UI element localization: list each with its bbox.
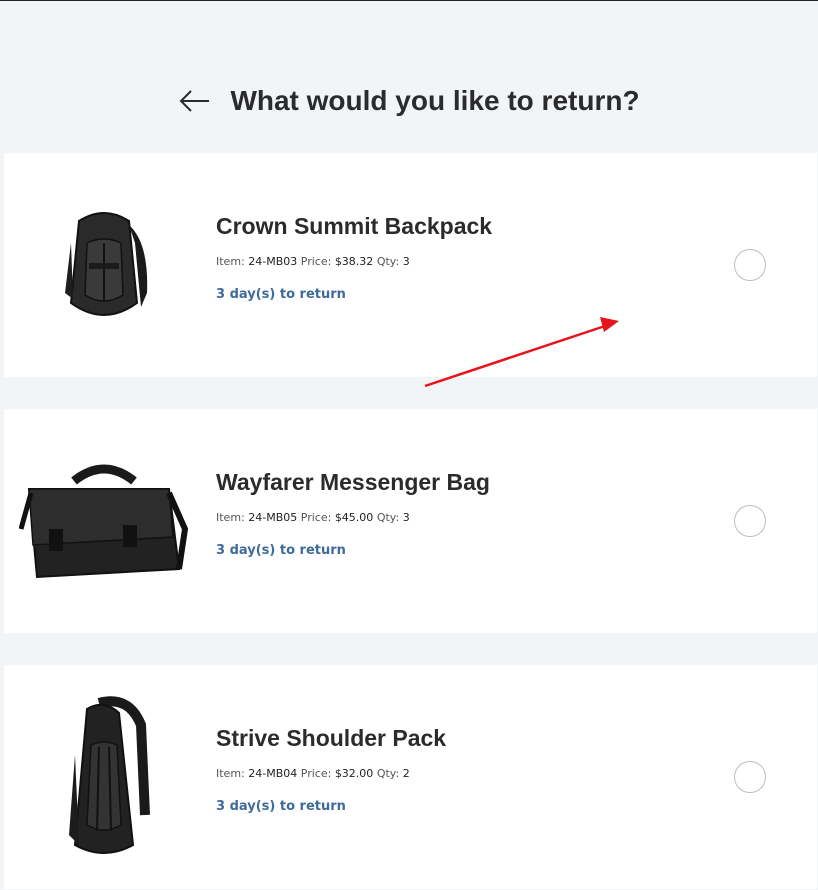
- backpack-image: [4, 183, 204, 353]
- item-code-label: Item:: [216, 767, 245, 780]
- return-item-card[interactable]: Strive Shoulder Pack Item: 24-MB04 Price…: [4, 665, 817, 889]
- return-days: 3 day(s) to return: [216, 287, 346, 302]
- select-item-radio[interactable]: [734, 249, 766, 281]
- qty-label: Qty:: [376, 255, 400, 268]
- item-price: $32.00: [334, 767, 374, 780]
- item-code: 24-MB04: [248, 767, 298, 780]
- item-code-label: Item:: [216, 511, 245, 524]
- item-qty: 3: [402, 255, 410, 268]
- item-code: 24-MB03: [248, 255, 298, 268]
- return-item-card[interactable]: Wayfarer Messenger Bag Item: 24-MB05 Pri…: [4, 409, 817, 633]
- select-item-radio[interactable]: [734, 505, 766, 537]
- messenger-bag-image: [4, 439, 204, 609]
- item-meta: Item: 24-MB04 Price: $32.00 Qty: 2: [216, 767, 410, 780]
- price-label: Price:: [300, 255, 332, 268]
- page-title: What would you like to return?: [230, 85, 640, 116]
- qty-label: Qty:: [376, 511, 400, 524]
- item-name: Wayfarer Messenger Bag: [216, 469, 490, 495]
- shoulder-pack-image: [4, 695, 204, 865]
- item-meta: Item: 24-MB03 Price: $38.32 Qty: 3: [216, 255, 410, 268]
- item-qty: 3: [402, 511, 410, 524]
- item-price: $38.32: [334, 255, 374, 268]
- item-meta: Item: 24-MB05 Price: $45.00 Qty: 3: [216, 511, 410, 524]
- price-label: Price:: [300, 767, 332, 780]
- select-item-radio[interactable]: [734, 761, 766, 793]
- return-days: 3 day(s) to return: [216, 799, 346, 814]
- return-item-card[interactable]: Crown Summit Backpack Item: 24-MB03 Pric…: [4, 153, 817, 377]
- item-code: 24-MB05: [248, 511, 298, 524]
- item-name: Crown Summit Backpack: [216, 213, 493, 239]
- return-days: 3 day(s) to return: [216, 543, 346, 558]
- item-name: Strive Shoulder Pack: [216, 725, 447, 751]
- price-label: Price:: [300, 511, 332, 524]
- item-qty: 2: [402, 767, 410, 780]
- qty-label: Qty:: [376, 767, 400, 780]
- item-code-label: Item:: [216, 255, 245, 268]
- arrow-left-icon: [180, 90, 210, 112]
- back-button[interactable]: [178, 84, 212, 118]
- page-header: What would you like to return?: [0, 1, 818, 153]
- item-price: $45.00: [334, 511, 374, 524]
